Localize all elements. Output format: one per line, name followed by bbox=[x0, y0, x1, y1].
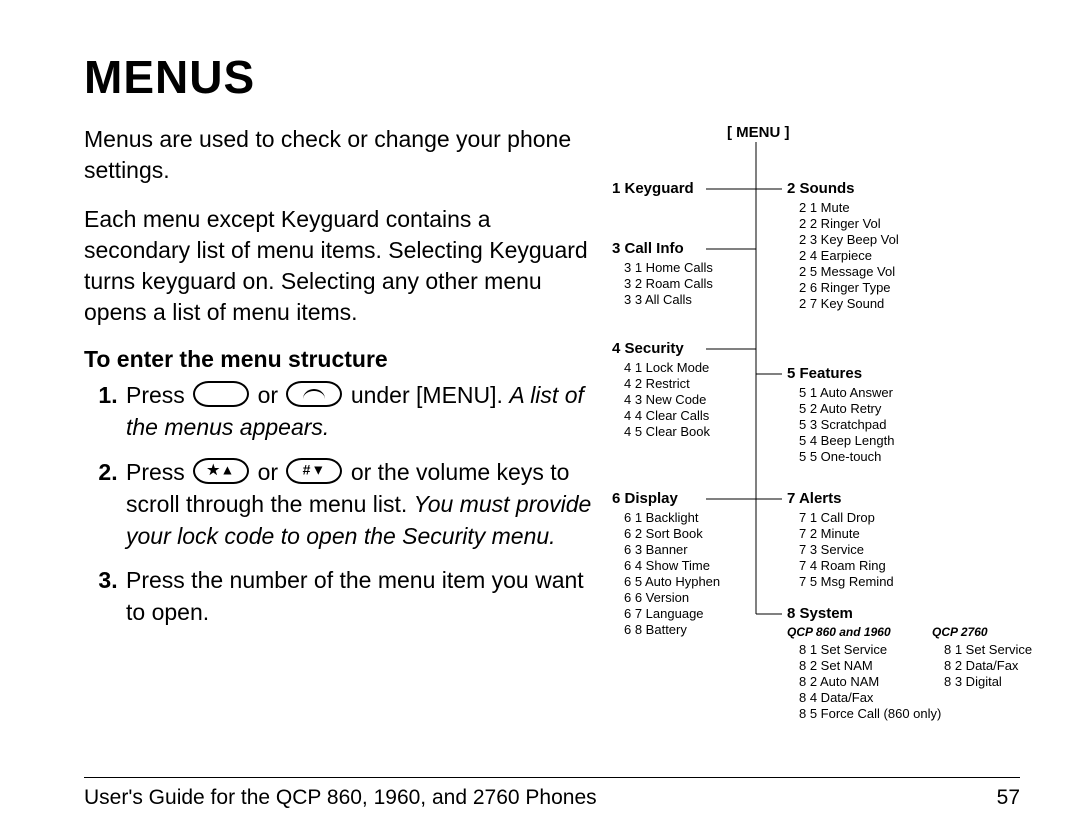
menu-system: 8 System bbox=[787, 605, 853, 622]
menu-keyguard: 1 Keyguard bbox=[612, 180, 694, 197]
soft-key-arc-icon bbox=[286, 381, 342, 407]
step-1: Press or under [MENU]. A list of the men… bbox=[124, 379, 597, 443]
menu-security: 4 Security bbox=[612, 340, 684, 357]
left-column: Menus are used to check or change your p… bbox=[84, 124, 607, 641]
intro-para-1: Menus are used to check or change your p… bbox=[84, 124, 597, 186]
footer-title: User's Guide for the QCP 860, 1960, and … bbox=[84, 786, 597, 810]
menu-root-label: [ MENU ] bbox=[727, 124, 790, 141]
step-3: Press the number of the menu item you wa… bbox=[124, 564, 597, 628]
steps-list: Press or under [MENU]. A list of the men… bbox=[84, 379, 597, 628]
page-title: MENUS bbox=[84, 50, 1020, 104]
page-footer: User's Guide for the QCP 860, 1960, and … bbox=[84, 777, 1020, 810]
intro-para-2: Each menu except Keyguard contains a sec… bbox=[84, 204, 597, 328]
menu-sounds: 2 Sounds bbox=[787, 180, 855, 197]
subheading: To enter the menu structure bbox=[84, 346, 597, 373]
soft-key-blank-icon bbox=[193, 381, 249, 407]
menu-features: 5 Features bbox=[787, 365, 862, 382]
menu-callinfo: 3 Call Info bbox=[612, 240, 684, 257]
page-number: 57 bbox=[997, 786, 1020, 810]
step-2: Press ★▲ or #▼ or the volume keys to scr… bbox=[124, 456, 597, 553]
menu-tree: [ MENU ] 1 Keyguard 3 Call Info 3 1 Home… bbox=[612, 124, 1012, 754]
menu-alerts: 7 Alerts bbox=[787, 490, 841, 507]
star-up-key-icon: ★▲ bbox=[193, 458, 249, 484]
menu-display: 6 Display bbox=[612, 490, 678, 507]
hash-down-key-icon: #▼ bbox=[286, 458, 342, 484]
